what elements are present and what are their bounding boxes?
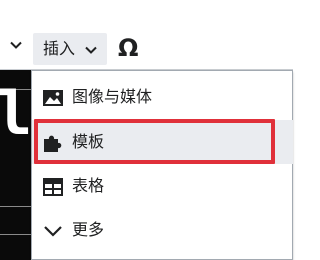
image-icon xyxy=(43,88,63,108)
chevron-down-icon xyxy=(43,221,63,241)
insert-menu-button[interactable]: 插入 xyxy=(33,33,107,65)
chevron-down-icon xyxy=(84,43,98,62)
special-characters-button[interactable]: Ω xyxy=(118,33,138,63)
menu-item-label: 表格 xyxy=(72,176,105,195)
menu-item-images-media[interactable]: 图像与媒体 xyxy=(32,75,293,119)
menu-item-more[interactable]: 更多 xyxy=(32,208,293,252)
insert-dropdown-menu: 图像与媒体 模板 表格 更多 xyxy=(31,70,293,260)
editor-toolbar: 插入 Ω xyxy=(0,0,293,70)
table-icon xyxy=(43,177,63,197)
menu-item-label: 更多 xyxy=(72,220,105,239)
menu-item-label: 图像与媒体 xyxy=(72,87,153,106)
chevron-down-icon[interactable] xyxy=(9,38,23,57)
insert-menu-label: 插入 xyxy=(43,39,76,58)
highlight-box xyxy=(34,119,275,164)
menu-item-table[interactable]: 表格 xyxy=(32,164,293,208)
